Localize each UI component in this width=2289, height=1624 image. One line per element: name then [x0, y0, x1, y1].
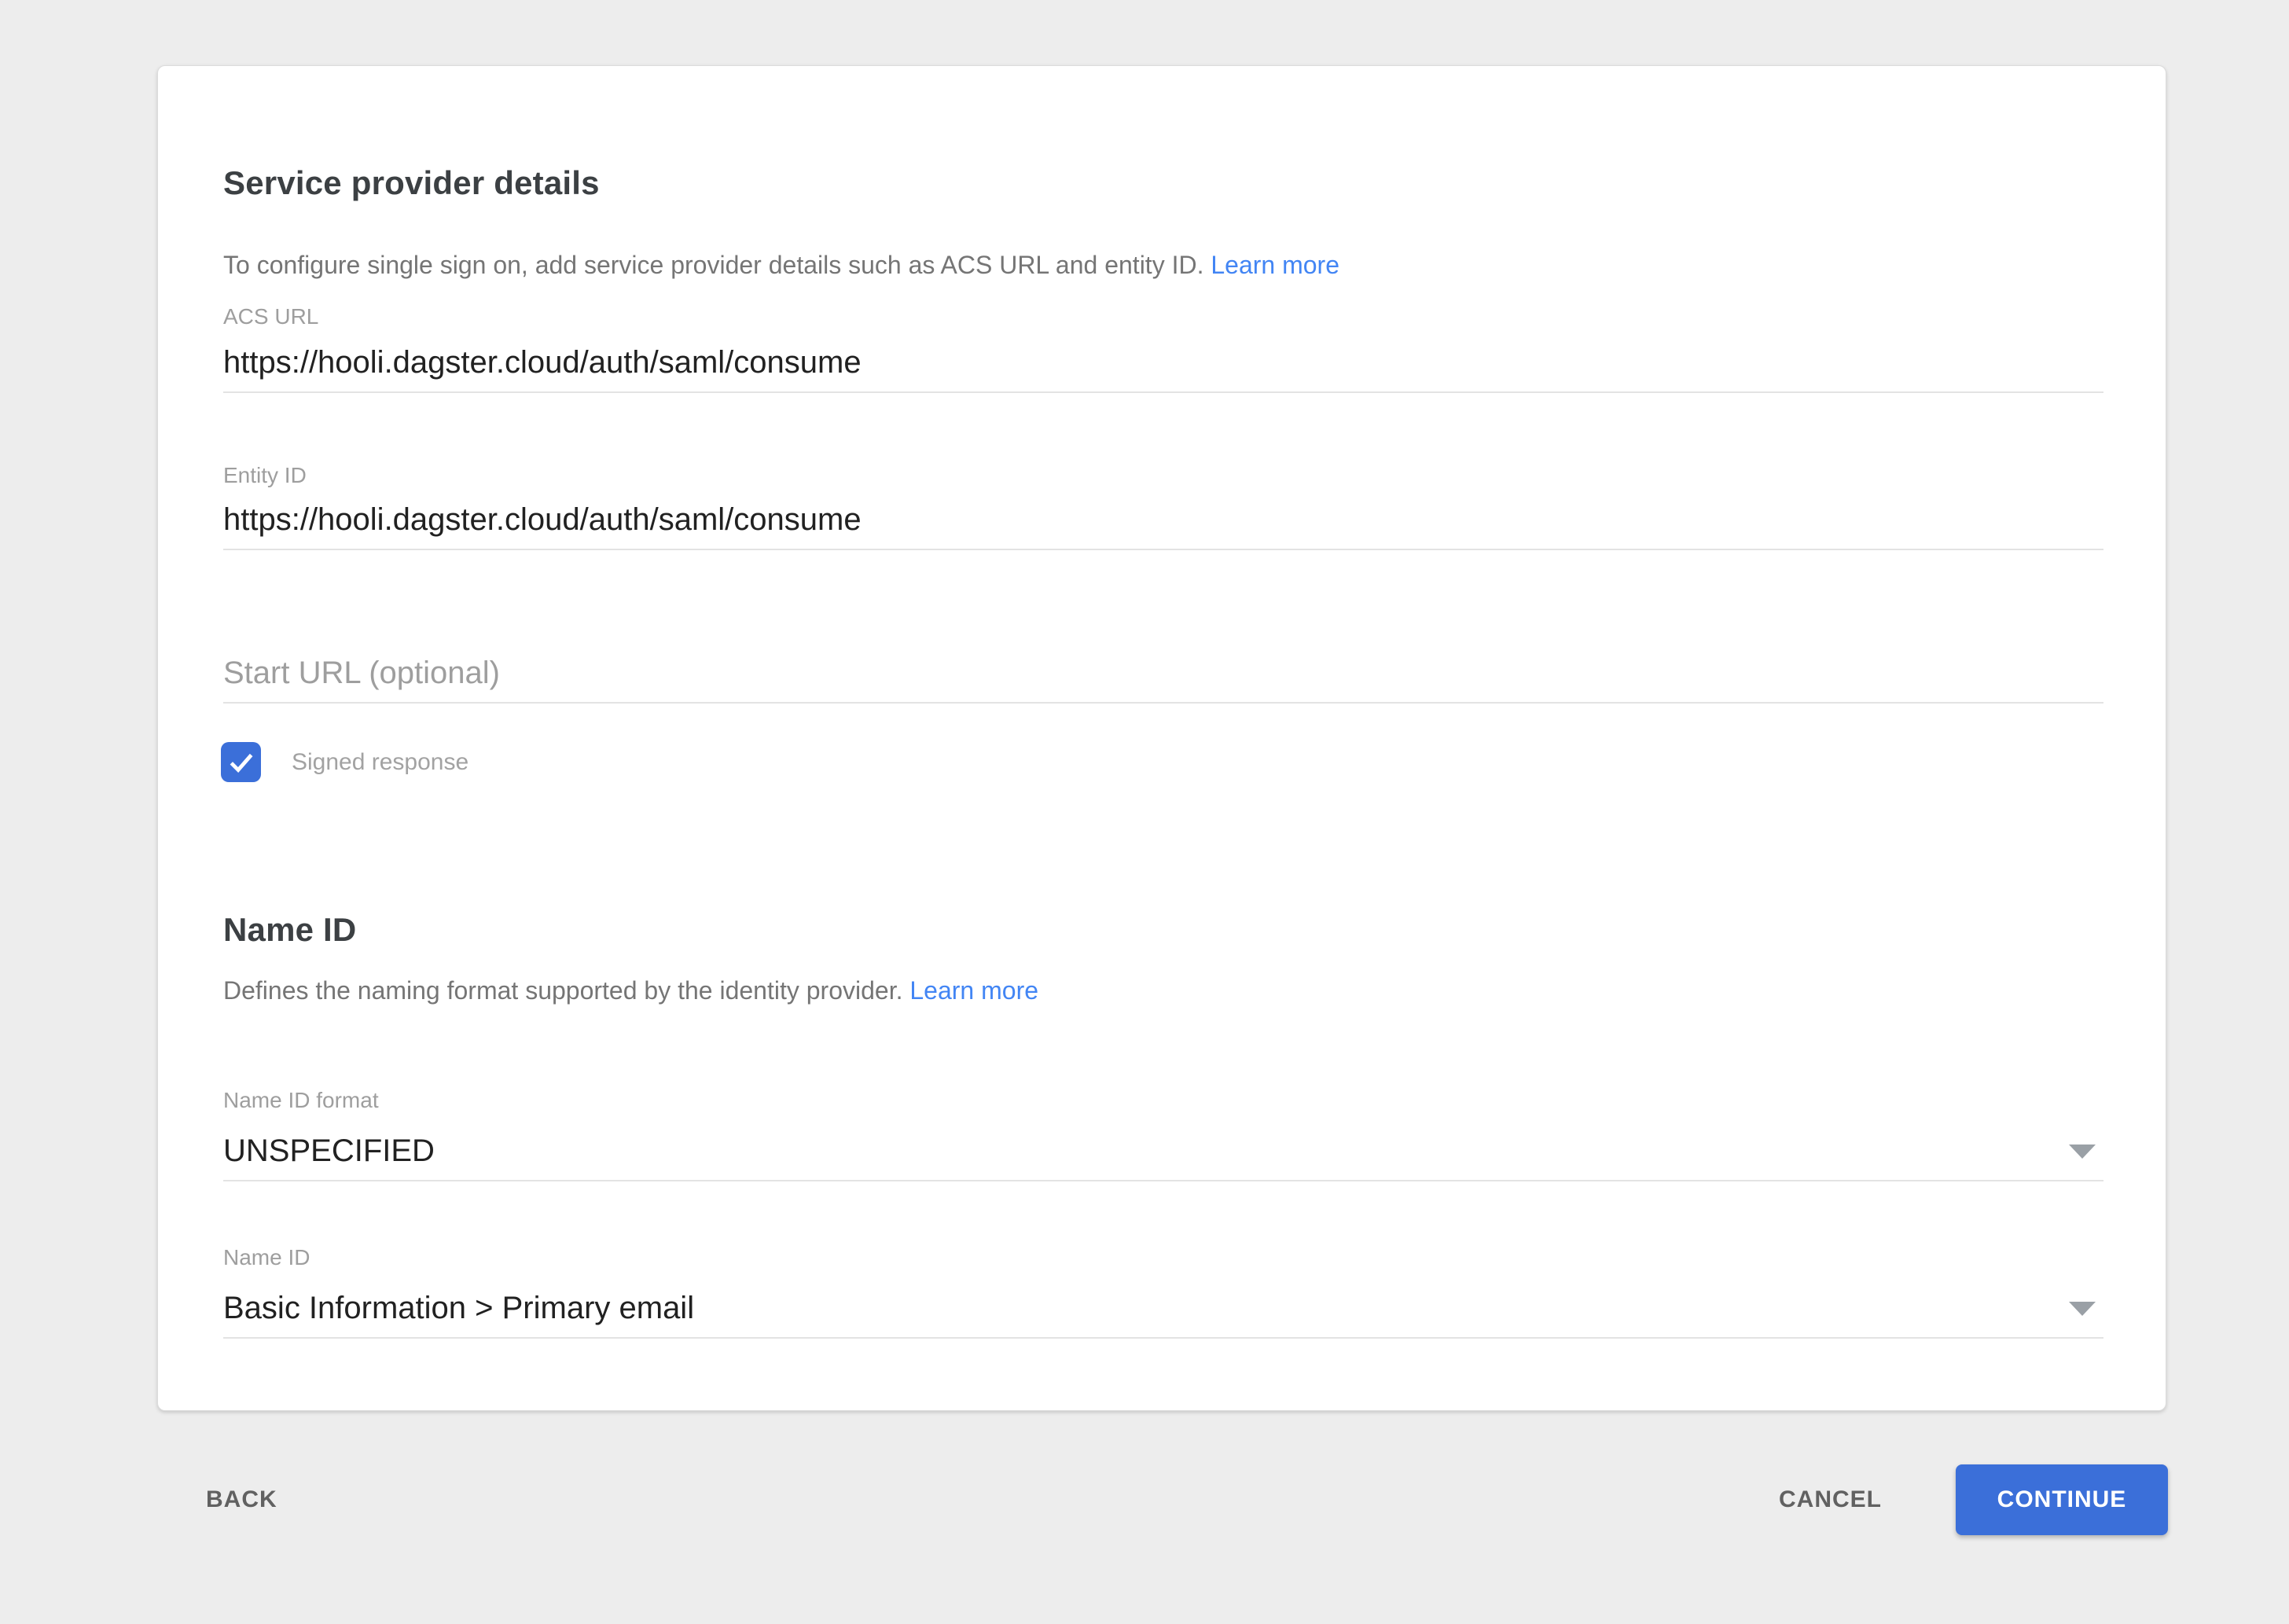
name-id-section-title: Name ID	[223, 911, 356, 949]
signed-response-label: Signed response	[292, 749, 468, 776]
name-id-format-select[interactable]: UNSPECIFIED	[223, 1133, 2103, 1181]
name-id-label: Name ID	[223, 1245, 310, 1270]
name-id-description-text: Defines the naming format supported by t…	[223, 976, 902, 1005]
entity-id-input[interactable]	[223, 502, 2103, 550]
start-url-input[interactable]	[223, 656, 2103, 704]
page-title: Service provider details	[223, 164, 600, 202]
chevron-down-icon	[2069, 1145, 2096, 1159]
checkmark-icon	[226, 748, 256, 777]
cancel-button[interactable]: CANCEL	[1779, 1483, 1882, 1517]
name-id-format-value: UNSPECIFIED	[223, 1133, 2103, 1169]
service-provider-description: To configure single sign on, add service…	[223, 251, 1339, 280]
name-id-description: Defines the naming format supported by t…	[223, 976, 1038, 1005]
back-button[interactable]: BACK	[206, 1483, 277, 1517]
acs-url-input[interactable]	[223, 345, 2103, 393]
acs-url-label: ACS URL	[223, 304, 318, 329]
continue-button[interactable]: CONTINUE	[1956, 1464, 2168, 1535]
name-id-learn-more-link[interactable]: Learn more	[909, 976, 1038, 1005]
service-provider-card: Service provider details To configure si…	[157, 65, 2166, 1411]
name-id-select[interactable]: Basic Information > Primary email	[223, 1291, 2103, 1339]
signed-response-checkbox[interactable]	[221, 742, 261, 782]
chevron-down-icon	[2069, 1302, 2096, 1316]
name-id-format-label: Name ID format	[223, 1088, 379, 1113]
name-id-value: Basic Information > Primary email	[223, 1291, 2103, 1326]
service-provider-learn-more-link[interactable]: Learn more	[1211, 251, 1339, 279]
entity-id-label: Entity ID	[223, 463, 307, 488]
service-provider-description-text: To configure single sign on, add service…	[223, 251, 1203, 279]
